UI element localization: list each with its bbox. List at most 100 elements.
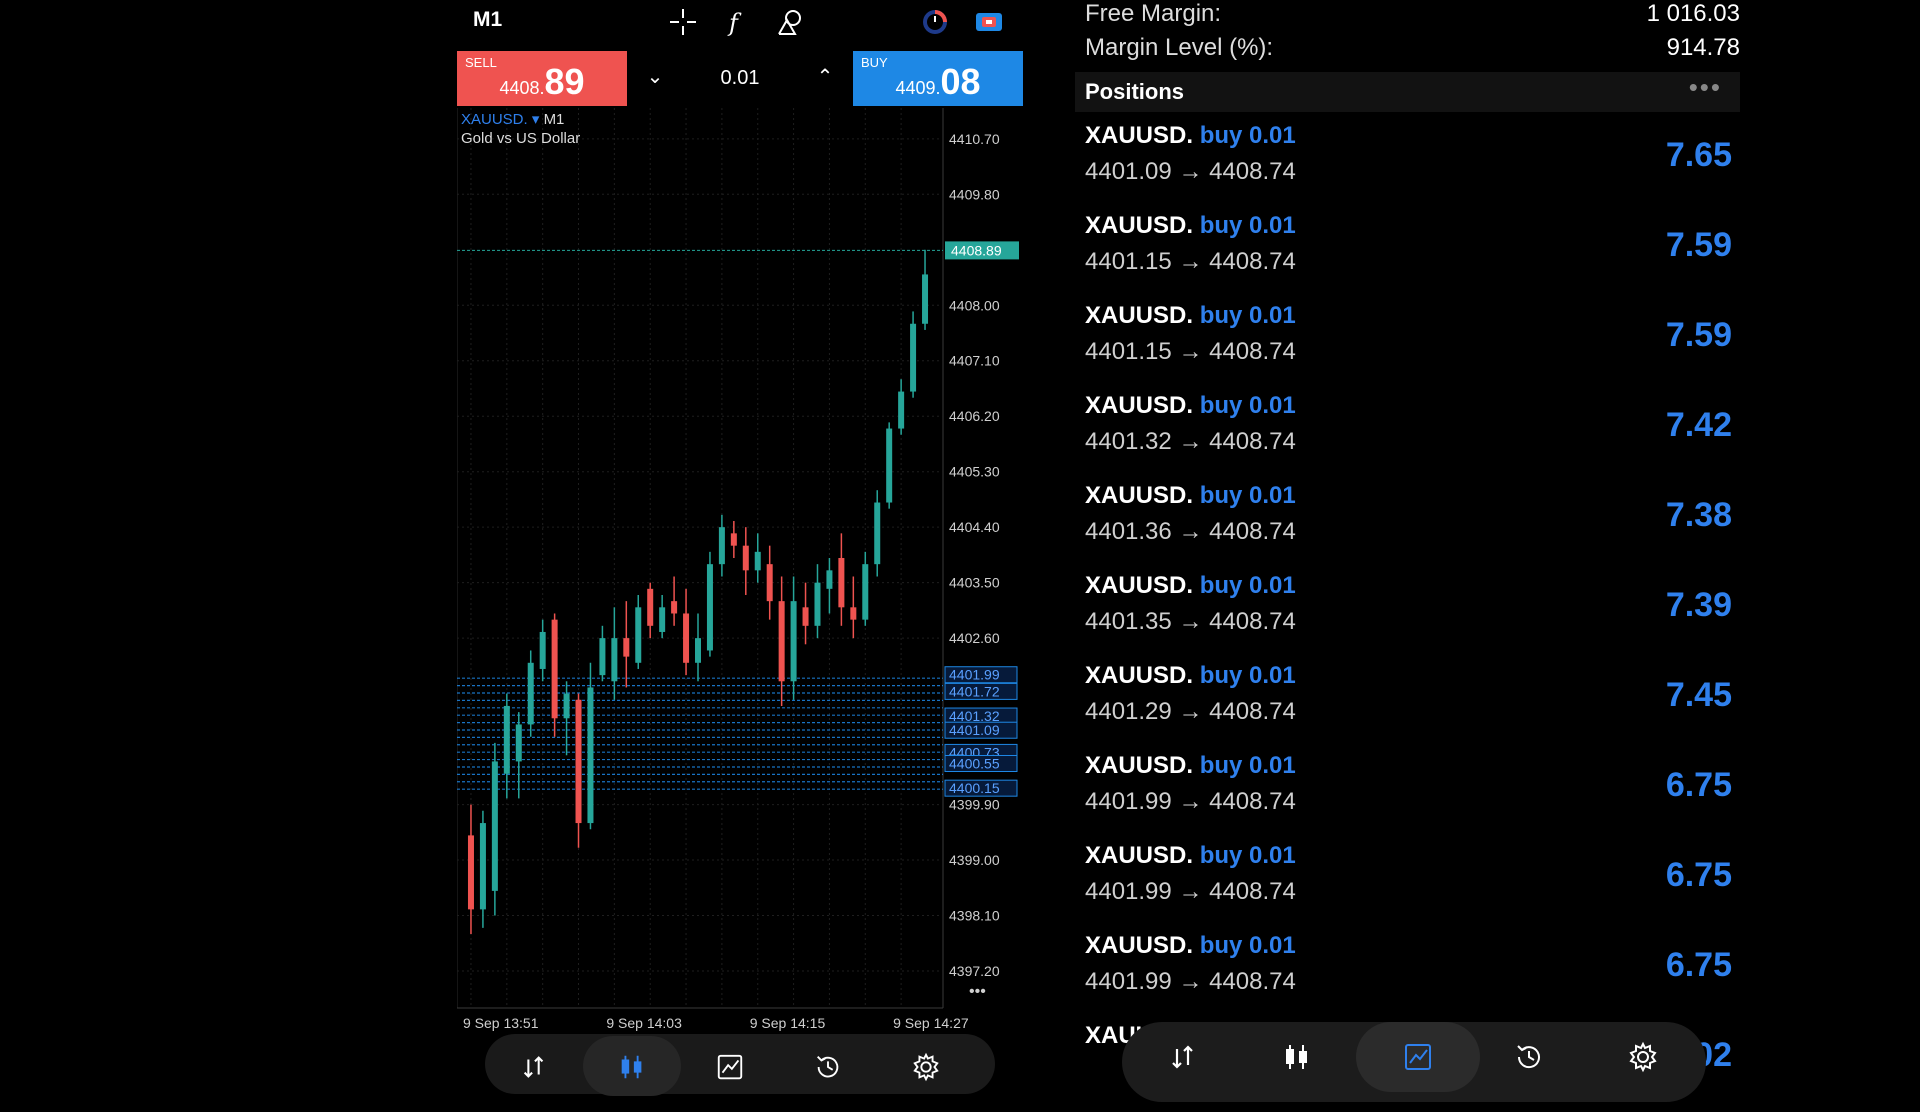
chart-symbol-description: Gold vs US Dollar bbox=[461, 130, 581, 147]
position-side-volume: buy 0.01 bbox=[1199, 842, 1296, 869]
position-title: XAUUSD. buy 0.01 bbox=[1085, 662, 1296, 690]
candle-body bbox=[539, 631, 546, 669]
nav-history-right[interactable] bbox=[1474, 1022, 1584, 1092]
price-tick-label: 4398.10 bbox=[949, 908, 1000, 924]
timeframe-button[interactable]: M1 bbox=[473, 8, 502, 32]
candle-body bbox=[575, 699, 582, 824]
bottom-navigation-right bbox=[1122, 1022, 1706, 1102]
candle-body bbox=[718, 527, 725, 565]
candle-body bbox=[695, 638, 701, 663]
candle-body bbox=[671, 601, 678, 614]
candle-body bbox=[910, 323, 917, 392]
volume-value[interactable]: 0.01 bbox=[697, 67, 783, 90]
candle-body bbox=[730, 533, 737, 546]
position-item[interactable]: XAUUSD. buy 0.01 4401.32 → 4408.74 7.42 bbox=[1075, 392, 1740, 482]
position-profit: 7.59 bbox=[1665, 226, 1732, 264]
nav-chart[interactable] bbox=[583, 1036, 681, 1096]
position-symbol: XAUUSD. bbox=[1085, 392, 1194, 419]
position-item[interactable]: XAUUSD. buy 0.01 4401.29 → 4408.74 7.45 bbox=[1075, 662, 1740, 752]
sell-button[interactable]: SELL 4408.89 bbox=[457, 51, 627, 106]
position-side-volume: buy 0.01 bbox=[1199, 482, 1296, 509]
trade-icon bbox=[1172, 1045, 1193, 1069]
position-side-volume: buy 0.01 bbox=[1199, 122, 1296, 149]
clock-badge-icon[interactable] bbox=[919, 6, 951, 38]
position-item[interactable]: XAUUSD. buy 0.01 4401.99 → 4408.74 6.75 bbox=[1075, 752, 1740, 842]
position-item[interactable]: XAUUSD. buy 0.01 4401.15 → 4408.74 7.59 bbox=[1075, 302, 1740, 392]
positions-more-icon[interactable]: ••• bbox=[1689, 72, 1722, 103]
positions-title: Positions bbox=[1085, 79, 1185, 104]
crosshair-icon[interactable] bbox=[667, 6, 699, 38]
position-title: XAUUSD. buy 0.01 bbox=[1085, 932, 1296, 960]
nav-settings[interactable] bbox=[877, 1036, 975, 1096]
position-item[interactable]: XAUUSD. buy 0.01 4401.09 → 4408.74 7.65 bbox=[1075, 122, 1740, 212]
trade-badge-icon[interactable] bbox=[973, 6, 1005, 38]
candle-body bbox=[814, 582, 821, 626]
position-side-volume: buy 0.01 bbox=[1199, 752, 1296, 779]
position-current-price: 4408.74 bbox=[1209, 518, 1296, 545]
price-tick-label: 4404.40 bbox=[949, 519, 1000, 535]
position-open-price: 4401.36 bbox=[1085, 518, 1172, 545]
nav-trade[interactable] bbox=[485, 1036, 583, 1096]
position-item[interactable]: XAUUSD. buy 0.01 4401.99 → 4408.74 6.75 bbox=[1075, 932, 1740, 1022]
candle-body bbox=[611, 638, 618, 682]
nav-trade-right[interactable] bbox=[1128, 1022, 1238, 1092]
position-open-price: 4401.35 bbox=[1085, 608, 1172, 635]
position-item[interactable]: XAUUSD. buy 0.01 4401.99 → 4408.74 6.75 bbox=[1075, 842, 1740, 932]
candle-body bbox=[898, 391, 905, 429]
symbol-dropdown-icon[interactable]: ▾ bbox=[532, 111, 540, 128]
nav-history[interactable] bbox=[779, 1036, 877, 1096]
position-symbol: XAUUSD. bbox=[1085, 752, 1194, 779]
buy-button[interactable]: BUY 4409.08 bbox=[853, 51, 1023, 106]
position-title: XAUUSD. buy 0.01 bbox=[1085, 842, 1296, 870]
position-prices: 4401.32 → 4408.74 bbox=[1085, 428, 1296, 456]
volume-decrease-button[interactable]: ⌄ bbox=[637, 59, 673, 95]
objects-icon[interactable] bbox=[775, 6, 807, 38]
candle-body bbox=[826, 570, 833, 589]
position-item[interactable]: XAUUSD. buy 0.01 4401.35 → 4408.74 7.39 bbox=[1075, 572, 1740, 662]
position-title: XAUUSD. buy 0.01 bbox=[1085, 392, 1296, 420]
positions-icon bbox=[717, 1054, 743, 1080]
position-prices: 4401.15 → 4408.74 bbox=[1085, 338, 1296, 366]
trade-icon bbox=[523, 1056, 544, 1078]
nav-settings-right[interactable] bbox=[1588, 1022, 1698, 1092]
volume-increase-button[interactable]: ⌃ bbox=[807, 59, 843, 95]
history-icon bbox=[817, 1056, 839, 1078]
position-current-price: 4408.74 bbox=[1209, 788, 1296, 815]
nav-positions[interactable] bbox=[681, 1036, 779, 1096]
candle-body bbox=[587, 687, 594, 824]
time-tick-label: 9 Sep 14:03 bbox=[606, 1015, 682, 1031]
position-side-volume: buy 0.01 bbox=[1199, 392, 1296, 419]
candle-body bbox=[754, 551, 761, 571]
position-item[interactable]: XAUUSD. buy 0.01 4401.36 → 4408.74 7.38 bbox=[1075, 482, 1740, 572]
chart-icon bbox=[621, 1055, 642, 1079]
chart-timeframe-label: M1 bbox=[543, 111, 565, 128]
position-open-price: 4401.99 bbox=[1085, 878, 1172, 905]
function-icon[interactable]: f bbox=[721, 6, 753, 38]
candle-body bbox=[659, 607, 666, 632]
price-chart[interactable]: 4410.70 4409.80 4408.00 4407.10 4406.20 4405.… bbox=[457, 108, 1023, 1038]
arrow-icon: → bbox=[1178, 608, 1203, 635]
nav-chart-right[interactable] bbox=[1242, 1022, 1352, 1092]
position-profit: 7.45 bbox=[1665, 676, 1732, 714]
candle-body bbox=[467, 835, 474, 910]
position-side-volume: buy 0.01 bbox=[1199, 212, 1296, 239]
position-prices: 4401.29 → 4408.74 bbox=[1085, 698, 1296, 726]
candlestick-chart-svg[interactable]: 4410.70 4409.80 4408.00 4407.10 4406.20 4405.… bbox=[457, 108, 1023, 1038]
price-tick-label: 4399.00 bbox=[949, 852, 1000, 868]
position-price-label: 4401.99 bbox=[949, 667, 1000, 683]
position-side-volume: buy 0.01 bbox=[1199, 572, 1296, 599]
candle-body bbox=[778, 601, 785, 682]
price-tick-label: 4406.20 bbox=[949, 408, 1000, 424]
position-profit: 7.39 bbox=[1665, 586, 1732, 624]
chart-panel: M1 f SELL 4408.89 ⌄ 0.01 ⌃ BUY 4409.08 4… bbox=[457, 0, 1023, 1096]
position-title: XAUUSD. buy 0.01 bbox=[1085, 572, 1296, 600]
position-open-price: 4401.29 bbox=[1085, 698, 1172, 725]
candle-body bbox=[623, 638, 630, 657]
position-title: XAUUSD. buy 0.01 bbox=[1085, 212, 1296, 240]
chart-symbol[interactable]: XAUUSD. bbox=[461, 111, 528, 128]
position-symbol: XAUUSD. bbox=[1085, 212, 1194, 239]
position-item[interactable]: XAUUSD. buy 0.01 4401.15 → 4408.74 7.59 bbox=[1075, 212, 1740, 302]
nav-positions-right[interactable] bbox=[1356, 1022, 1480, 1092]
chart-more-icon[interactable]: ••• bbox=[969, 983, 986, 1000]
candle-body bbox=[551, 619, 558, 719]
